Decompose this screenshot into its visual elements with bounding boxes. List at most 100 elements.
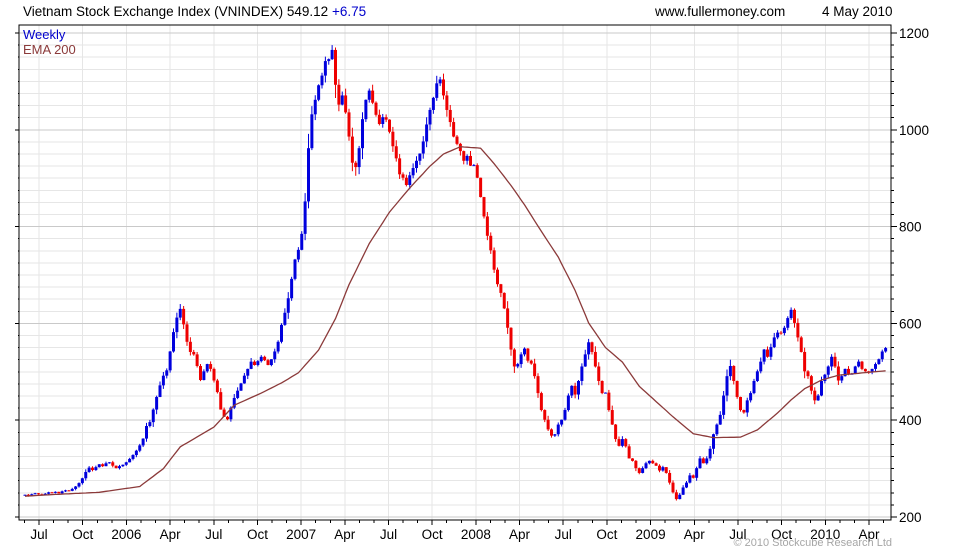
candle-body [404, 177, 408, 185]
candle-body [705, 458, 709, 464]
candle-body [381, 117, 385, 124]
x-axis-label: Jul [555, 527, 572, 542]
candle-body [803, 351, 807, 372]
candle-body [188, 341, 192, 352]
plot-border [18, 24, 892, 521]
candle-body [688, 475, 692, 483]
candle-body [661, 467, 665, 471]
candle-body [138, 445, 142, 451]
candle-body [566, 395, 570, 411]
candle-body [273, 351, 277, 360]
candle-body [860, 361, 864, 369]
candle-body [364, 99, 368, 120]
candle-body [313, 99, 317, 115]
candle-body [418, 153, 422, 161]
candle-body [533, 363, 537, 377]
candle-body [556, 424, 560, 435]
y-axis-label: 800 [899, 220, 922, 235]
candle-body [752, 380, 756, 394]
candle-body [681, 487, 685, 495]
candle-body [354, 162, 358, 168]
candle-body [796, 322, 800, 338]
candle-body [97, 464, 101, 468]
candle-body [340, 95, 344, 105]
candle-body [168, 351, 172, 371]
candle-body [762, 349, 766, 362]
candle-body [226, 416, 229, 420]
candle-body [553, 434, 557, 436]
candle-body [766, 349, 769, 357]
candle-body [519, 354, 523, 365]
candle-body [543, 410, 547, 420]
candle-body [745, 400, 749, 413]
candle-body [47, 492, 51, 494]
candle-body [327, 59, 331, 62]
candle-body [101, 464, 105, 467]
candle-body [671, 482, 675, 493]
candle-body [647, 460, 651, 464]
y-axis-label: 200 [899, 510, 922, 525]
candle-body [91, 467, 94, 471]
candle-body [570, 385, 574, 396]
price-chart: 1200 1000 800 600 400 200 Jul Oct 2006 Apr Jul Oct 2… [15, 24, 929, 542]
candle-body [874, 364, 877, 369]
candle-body [833, 356, 837, 367]
candle-body [33, 493, 37, 495]
candle-body [371, 90, 375, 103]
candle-body [172, 332, 175, 352]
candle-body [185, 324, 189, 342]
candle-body [624, 439, 628, 447]
copyright-label: © 2010 Stockcube Research Ltd [733, 537, 892, 549]
candle-body [269, 359, 273, 366]
candle-body [161, 375, 165, 386]
candle-body [344, 95, 348, 113]
candle-body [435, 83, 439, 98]
candle-body [506, 308, 510, 328]
candle-body [431, 97, 435, 110]
candle-body [330, 49, 334, 60]
candle-body [779, 332, 783, 334]
candle-body [722, 395, 726, 415]
candle-body [442, 79, 445, 96]
candle-body [496, 269, 499, 285]
candle-body [614, 424, 618, 440]
candle-body [199, 365, 202, 381]
candle-body [239, 383, 243, 391]
candle-body [728, 365, 732, 377]
candle-body [580, 366, 584, 381]
candle-body [691, 475, 695, 478]
candle-body [577, 380, 580, 395]
candle-body [236, 390, 240, 398]
candle-body [475, 165, 479, 178]
candle-body [634, 460, 638, 469]
candle-body [37, 493, 40, 495]
candle-body [546, 419, 550, 430]
candle-body [826, 366, 830, 375]
candle-body [698, 458, 702, 469]
candle-body [516, 364, 520, 367]
candle-body [445, 95, 449, 110]
candle-body [678, 494, 682, 500]
candle-body [840, 376, 844, 381]
candle-body [587, 342, 591, 355]
candle-body [462, 151, 466, 161]
candle-body [307, 148, 310, 202]
candle-body [334, 49, 337, 85]
candle-body [732, 365, 736, 381]
candle-body [266, 360, 270, 366]
candle-body [317, 85, 321, 100]
candle-body [735, 380, 739, 397]
candle-body [448, 109, 452, 123]
candle-body [641, 468, 645, 473]
x-axis-label: 2006 [111, 527, 141, 542]
x-axis-label: Oct [596, 527, 617, 542]
candle-body [536, 376, 540, 394]
candle-body [853, 366, 857, 374]
candle-body [712, 434, 715, 449]
candle-body [134, 450, 138, 456]
candle-body [242, 375, 246, 384]
candle-body [158, 385, 162, 397]
candle-body [651, 460, 655, 464]
candle-body [685, 482, 688, 488]
y-axis-label: 400 [899, 413, 922, 428]
